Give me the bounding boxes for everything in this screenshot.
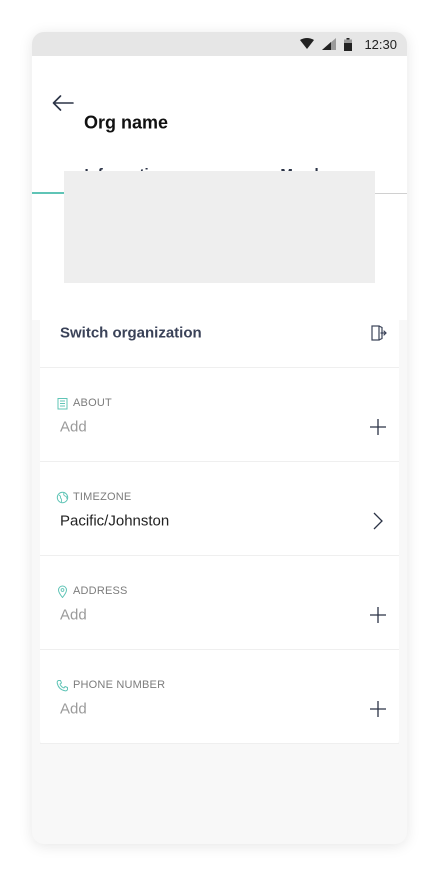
address-value: Add	[60, 606, 87, 624]
exit-door-icon	[371, 325, 387, 341]
globe-icon	[56, 491, 69, 503]
battery-icon	[344, 37, 353, 51]
plus-icon[interactable]	[369, 606, 387, 624]
timezone-header: TIMEZONE	[56, 490, 131, 504]
info-card: Switch organization ABOUT Add TIMEZONE P…	[40, 298, 399, 744]
phone-number-label: PHONE NUMBER	[73, 679, 166, 691]
address-row[interactable]: ADDRESS Add	[40, 556, 399, 650]
back-button[interactable]	[50, 93, 76, 113]
timezone-row[interactable]: TIMEZONE Pacific/Johnston	[40, 462, 399, 556]
status-bar: 12:30	[32, 32, 407, 56]
wifi-icon	[300, 38, 315, 49]
timezone-label: TIMEZONE	[73, 491, 132, 503]
about-value: Add	[60, 418, 87, 436]
address-header: ADDRESS	[56, 584, 128, 598]
plus-icon[interactable]	[369, 700, 387, 718]
plus-icon[interactable]	[369, 418, 387, 436]
phone-number-row[interactable]: PHONE NUMBER Add	[40, 650, 399, 744]
phone-icon	[56, 679, 68, 691]
switch-organization-row[interactable]: Switch organization	[40, 298, 399, 368]
phone-number-header: PHONE NUMBER	[56, 678, 165, 692]
org-image-placeholder	[64, 171, 375, 283]
phone-number-value: Add	[60, 700, 87, 718]
location-pin-icon	[57, 585, 68, 598]
address-label: ADDRESS	[73, 585, 128, 597]
chevron-right-icon[interactable]	[369, 512, 387, 530]
status-time: 12:30	[364, 36, 397, 52]
switch-organization-label: Switch organization	[60, 324, 202, 342]
page-title: Org name	[84, 112, 169, 133]
phone-screen: 12:30 Org name Information Members Switc…	[32, 32, 407, 844]
arrow-left-icon	[52, 95, 74, 111]
about-label: ABOUT	[73, 397, 112, 409]
signal-icon	[322, 38, 337, 50]
status-icons: 12:30	[300, 32, 397, 56]
building-icon	[57, 397, 68, 409]
about-header: ABOUT	[56, 396, 112, 410]
about-row[interactable]: ABOUT Add	[40, 368, 399, 462]
timezone-value: Pacific/Johnston	[60, 512, 170, 530]
